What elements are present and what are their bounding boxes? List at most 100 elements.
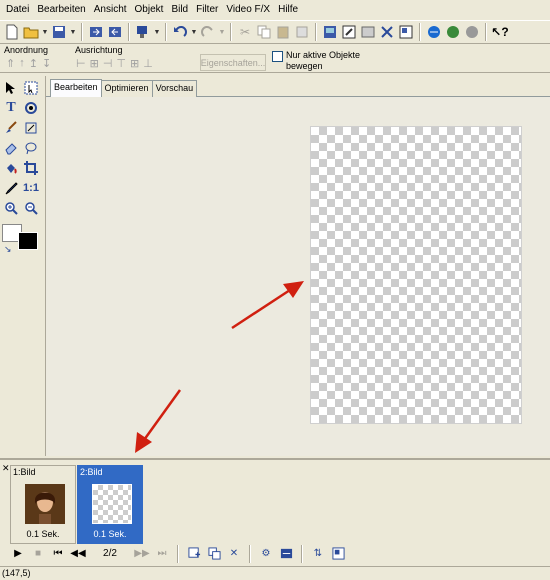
add-frame-icon[interactable] xyxy=(186,546,202,562)
brush-icon[interactable] xyxy=(2,119,20,137)
save-dropdown-icon[interactable]: ▼ xyxy=(69,29,77,36)
swap-colors-icon[interactable]: ↘ xyxy=(4,244,12,255)
view-tabs: Bearbeiten Optimieren Vorschau xyxy=(50,79,198,97)
tab-optimieren[interactable]: Optimieren xyxy=(100,80,153,97)
toolbar-separator xyxy=(230,23,232,41)
duplicate-icon[interactable] xyxy=(293,23,311,41)
copy-icon[interactable] xyxy=(255,23,273,41)
properties-button[interactable]: Eigenschaften... xyxy=(200,54,266,71)
toolbar-separator xyxy=(128,23,130,41)
align-bottom-icon[interactable]: ⊥ xyxy=(143,57,153,70)
open-folder-icon[interactable] xyxy=(22,23,40,41)
zoom-out-icon[interactable] xyxy=(22,199,40,217)
delete-icon[interactable] xyxy=(378,23,396,41)
only-active-objects-option[interactable]: Nur aktive Objekte bewegen xyxy=(272,50,366,72)
main-toolbar: ▼ ▼ ▼ ▼ ▼ ✂ ↖? xyxy=(0,20,550,44)
stop-icon[interactable]: ■ xyxy=(30,546,46,562)
cursor-options-icon[interactable] xyxy=(134,23,152,41)
menu-video-fx[interactable]: Video F/X xyxy=(222,0,274,19)
frame-properties-icon[interactable]: ⚙ xyxy=(258,546,274,562)
import-icon[interactable] xyxy=(87,23,105,41)
frame-duration[interactable]: 0.1 Sek. xyxy=(78,529,142,539)
first-frame-icon[interactable]: ⏮ xyxy=(50,546,66,562)
reverse-frames-icon[interactable]: ⇅ xyxy=(310,546,326,562)
status-bar: (147,5) xyxy=(0,566,550,580)
cursor-dropdown-icon[interactable]: ▼ xyxy=(153,29,161,36)
image-properties-icon[interactable] xyxy=(321,23,339,41)
align-left-icon[interactable]: ⊢ xyxy=(76,57,86,70)
frame-settings-icon[interactable] xyxy=(330,546,346,562)
menu-datei[interactable]: Datei xyxy=(2,0,33,19)
marquee-icon[interactable] xyxy=(22,79,40,97)
menu-bild[interactable]: Bild xyxy=(167,0,192,19)
crop-tool-icon[interactable] xyxy=(22,159,40,177)
menu-bearbeiten[interactable]: Bearbeiten xyxy=(33,0,89,19)
context-help-icon[interactable]: ↖? xyxy=(491,23,509,41)
frame-1[interactable]: 1:Bild 0.1 Sek. xyxy=(10,465,76,544)
resize-icon[interactable] xyxy=(397,23,415,41)
align-middle-icon[interactable]: ⊞ xyxy=(130,57,139,70)
image-canvas[interactable] xyxy=(310,126,522,424)
playback-bar: ▶ ■ ⏮ ◀◀ 2/2 ▶▶ ⏭ ✕ ⚙ ⇅ xyxy=(0,544,550,563)
play-icon[interactable]: ▶ xyxy=(10,546,26,562)
save-icon[interactable] xyxy=(50,23,68,41)
send-to-back-icon[interactable]: ↧ xyxy=(42,57,51,70)
align-center-icon[interactable]: ⊞ xyxy=(90,57,99,70)
delete-frame-icon[interactable]: ✕ xyxy=(226,546,242,562)
redo-icon[interactable] xyxy=(199,23,217,41)
align-label: Ausrichtung xyxy=(75,45,123,55)
menu-hilfe[interactable]: Hilfe xyxy=(274,0,302,19)
fill-icon[interactable] xyxy=(2,159,20,177)
frame-2[interactable]: 2:Bild 0.1 Sek. xyxy=(77,465,143,544)
paste-icon[interactable] xyxy=(274,23,292,41)
frame-counter: 2/2 xyxy=(103,548,117,559)
arrange-toolbar: Anordnung ⇑ ↑ ↥ ↧ Ausrichtung ⊢ ⊞ ⊣ ⊤ ⊞ … xyxy=(0,45,550,73)
next-frame-icon[interactable]: ▶▶ xyxy=(134,546,150,562)
edit-icon[interactable] xyxy=(340,23,358,41)
eraser-icon[interactable] xyxy=(2,139,20,157)
crop-icon[interactable] xyxy=(359,23,377,41)
align-icons: ⊢ ⊞ ⊣ ⊤ ⊞ ⊥ xyxy=(76,57,153,70)
web-icon[interactable] xyxy=(425,23,443,41)
frame-label: 1:Bild xyxy=(13,467,36,477)
redo-dropdown-icon[interactable]: ▼ xyxy=(218,29,226,36)
tab-vorschau[interactable]: Vorschau xyxy=(151,80,198,97)
only-active-checkbox[interactable] xyxy=(272,51,283,62)
duplicate-frame-icon[interactable] xyxy=(206,546,222,562)
color-swatches[interactable]: ↘ xyxy=(2,224,42,256)
open-dropdown-icon[interactable]: ▼ xyxy=(41,29,49,36)
menu-filter[interactable]: Filter xyxy=(192,0,222,19)
lasso-icon[interactable] xyxy=(22,139,40,157)
shape-icon[interactable] xyxy=(22,99,40,117)
toolbar-separator xyxy=(315,23,317,41)
help-icon[interactable] xyxy=(463,23,481,41)
browser-preview-icon[interactable] xyxy=(444,23,462,41)
export-icon[interactable] xyxy=(106,23,124,41)
bring-forward-icon[interactable]: ↑ xyxy=(19,57,25,70)
select-icon[interactable] xyxy=(2,79,20,97)
undo-dropdown-icon[interactable]: ▼ xyxy=(190,29,198,36)
menu-ansicht[interactable]: Ansicht xyxy=(90,0,131,19)
align-right-icon[interactable]: ⊣ xyxy=(103,57,113,70)
tab-bearbeiten[interactable]: Bearbeiten xyxy=(50,79,102,97)
previous-frame-icon[interactable]: ◀◀ xyxy=(70,546,86,562)
menu-objekt[interactable]: Objekt xyxy=(131,0,168,19)
frame-thumbnail xyxy=(25,484,65,524)
foreground-color-swatch[interactable] xyxy=(18,232,38,250)
transform-icon[interactable] xyxy=(22,119,40,137)
align-top-icon[interactable]: ⊤ xyxy=(116,57,126,70)
toolbar-separator xyxy=(301,544,303,563)
send-backward-icon[interactable]: ↥ xyxy=(29,57,38,70)
bring-to-front-icon[interactable]: ⇑ xyxy=(6,57,15,70)
eyedropper-icon[interactable] xyxy=(2,179,20,197)
text-icon[interactable]: T xyxy=(2,99,20,117)
new-file-icon[interactable] xyxy=(3,23,21,41)
tween-icon[interactable] xyxy=(278,546,294,562)
actual-size-icon[interactable]: 1:1 xyxy=(22,179,40,197)
cut-icon[interactable]: ✂ xyxy=(236,23,254,41)
undo-icon[interactable] xyxy=(171,23,189,41)
frame-duration[interactable]: 0.1 Sek. xyxy=(11,529,75,539)
close-frames-panel-icon[interactable]: ✕ xyxy=(2,463,10,474)
last-frame-icon[interactable]: ⏭ xyxy=(154,546,170,562)
zoom-in-icon[interactable] xyxy=(2,199,20,217)
